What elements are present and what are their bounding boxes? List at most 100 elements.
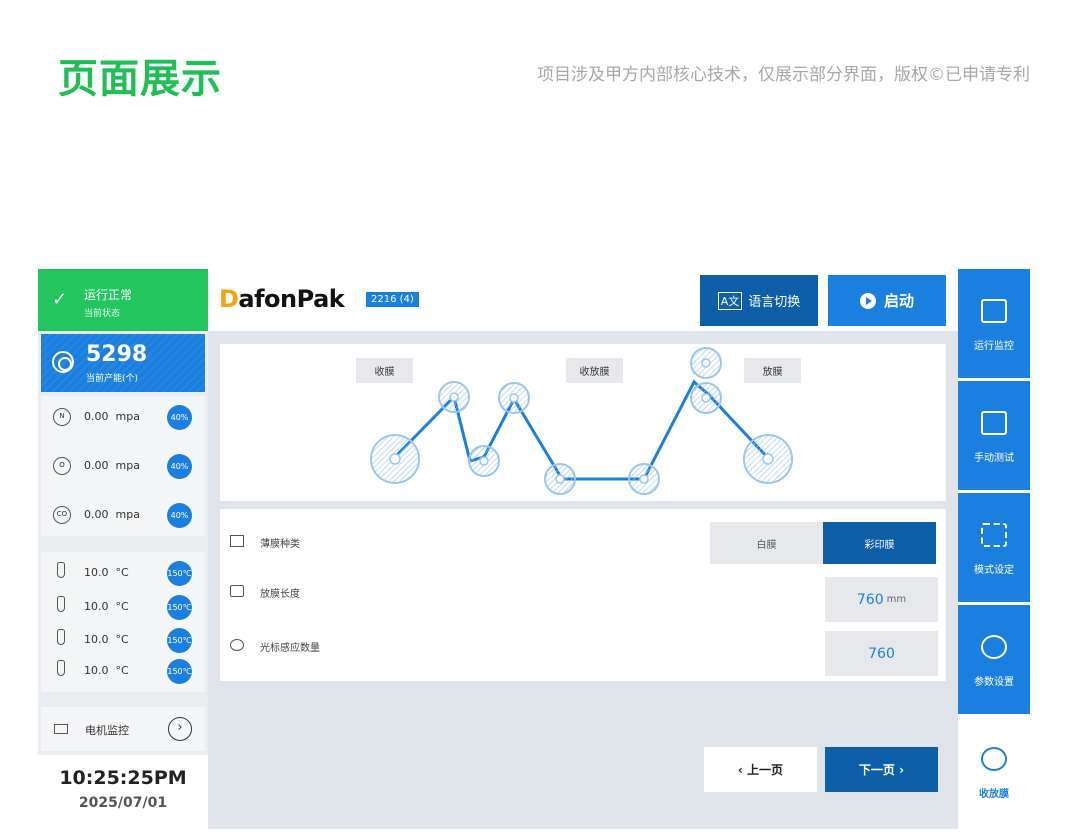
nav-manual-test[interactable]: 手动测试 [958,381,1030,490]
chevron-right-icon[interactable]: › [168,717,192,741]
nav-param-setting[interactable]: 参数设置 [958,605,1030,714]
gas-card: N 0.00 mpa 40% O 0.00 mpa 40% CO 0.00 mp… [41,396,205,536]
cursor-count-input[interactable]: 760 [825,631,938,676]
film-type-white-option[interactable]: 白膜 [710,522,823,564]
film-length-value: 760 [856,591,884,608]
gas-row: CO 0.00 mpa 40% [41,500,205,530]
production-card: 5298 当前产能(个) [41,334,205,392]
language-switch-button[interactable]: A文 语言切换 [700,275,818,326]
gas-percent[interactable]: 40% [167,405,192,430]
temp-setpoint[interactable]: 150℃ [167,628,192,653]
grid-icon [981,523,1007,547]
gas-value: 0.00 [84,410,109,423]
temp-value: 10.0 [84,600,109,613]
next-label: 下一页 [858,763,895,777]
film-length-unit: mm [886,594,907,605]
film-length-label: 放膜长度 [260,589,300,600]
hand-icon [981,411,1007,435]
temp-setpoint[interactable]: 150℃ [167,595,192,620]
film-path-diagram: 收膜 收放膜 放膜 [220,344,946,501]
nav-label: 运行监控 [974,341,1014,352]
motor-monitor-button[interactable]: 电机监控 › [41,707,205,751]
sensor-icon [230,639,244,651]
gas-value: 0.00 [84,459,109,472]
clock-time: 10:25:25PM [59,767,187,789]
start-label: 启动 [883,292,914,310]
nav-run-monitor[interactable]: 运行监控 [958,269,1030,378]
temp-value: 10.0 [84,566,109,579]
film-length-input[interactable]: 760 mm [825,577,938,622]
temp-value: 10.0 [84,664,109,677]
temperature-card: 10.0 °C 150℃ 10.0 °C 150℃ 10.0 °C 150℃ 1… [41,552,205,692]
temp-row: 10.0 °C 150℃ [41,625,205,655]
temp-unit: °C [115,600,129,613]
nav-label: 模式设定 [974,565,1014,576]
gear-icon [981,635,1007,659]
next-page-button[interactable]: 下一页 › [825,747,938,792]
gas-unit: mpa [115,508,140,521]
film-type-toggle: 白膜 彩印膜 [710,522,936,564]
thermometer-icon [57,660,65,676]
temp-value: 10.0 [84,633,109,646]
page-title: 页面展示 [58,56,222,102]
film-type-color-option[interactable]: 彩印膜 [823,522,936,564]
status-label: 运行正常 [84,288,133,302]
gas-percent[interactable]: 40% [167,503,192,528]
copyright-note: 项目涉及甲方内部核心技术，仅展示部分界面，版权©已申请专利 [537,65,1030,85]
status-card: ✓ 运行正常 当前状态 [38,269,208,331]
nav-label: 收放膜 [979,789,1009,800]
motor-label: 电机监控 [85,724,129,737]
cursor-count-value: 760 [868,645,895,662]
prev-page-button[interactable]: ‹ 上一页 [704,747,817,792]
brand-logo: DafonPak [219,285,345,313]
temp-unit: °C [115,566,129,579]
left-panel: ✓ 运行正常 当前状态 5298 当前产能(个) N 0.00 mpa 40% … [38,269,208,829]
gas-unit: mpa [115,459,140,472]
start-button[interactable]: 启动 [828,275,946,326]
prev-label: 上一页 [747,763,784,777]
target-icon [52,351,74,373]
translate-icon: A文 [717,291,743,310]
film-reel-icon [981,747,1007,771]
model-badge: 2216 (4) [366,292,419,307]
hmi-frame: ✓ 运行正常 当前状态 5298 当前产能(个) N 0.00 mpa 40% … [38,269,1030,829]
param-row-film-length: 放膜长度 760 mm [220,567,946,622]
film-type-icon [230,535,244,547]
thermometer-icon [57,562,65,578]
film-path-svg [370,347,793,495]
temp-row: 10.0 °C 150℃ [41,656,205,686]
monitor-icon [981,299,1007,323]
gas-row: O 0.00 mpa 40% [41,451,205,481]
clock: 10:25:25PM 2025/07/01 [38,755,208,829]
status-sub: 当前状态 [84,309,121,319]
gas-unit: mpa [115,410,140,423]
temp-unit: °C [115,664,129,677]
temp-row: 10.0 °C 150℃ [41,592,205,622]
nitrogen-icon: N [53,408,71,426]
cursor-count-label: 光标感应数量 [260,643,320,654]
co-icon: CO [53,506,71,524]
gas-row: N 0.00 mpa 40% [41,402,205,432]
temp-row: 10.0 °C 150℃ [41,558,205,588]
top-bar: DafonPak 2216 (4) A文 语言切换 启动 [208,269,958,331]
production-label: 当前产能(个) [86,374,139,384]
nav-label: 参数设置 [974,677,1014,688]
gas-percent[interactable]: 40% [167,454,192,479]
nav-mode-setting[interactable]: 模式设定 [958,493,1030,602]
temp-unit: °C [115,633,129,646]
gas-value: 0.00 [84,508,109,521]
parameter-panel: 薄膜种类 白膜 彩印膜 放膜长度 760 mm 光标感应数量 760 [220,509,946,681]
temp-setpoint[interactable]: 150℃ [167,561,192,586]
nav-film-reel[interactable]: 收放膜 [958,717,1030,826]
oxygen-icon: O [53,457,71,475]
clock-date: 2025/07/01 [78,795,168,811]
main-panel: DafonPak 2216 (4) A文 语言切换 启动 收膜 收放膜 放膜 薄… [208,269,958,829]
param-row-film-type: 薄膜种类 白膜 彩印膜 [220,517,946,567]
language-switch-label: 语言切换 [748,295,801,310]
thermometer-icon [57,629,65,645]
check-icon: ✓ [52,289,68,310]
temp-setpoint[interactable]: 150℃ [167,659,192,684]
right-nav: 运行监控 手动测试 模式设定 参数设置 收放膜 [958,269,1030,829]
film-type-label: 薄膜种类 [260,539,300,550]
play-icon [859,292,876,309]
